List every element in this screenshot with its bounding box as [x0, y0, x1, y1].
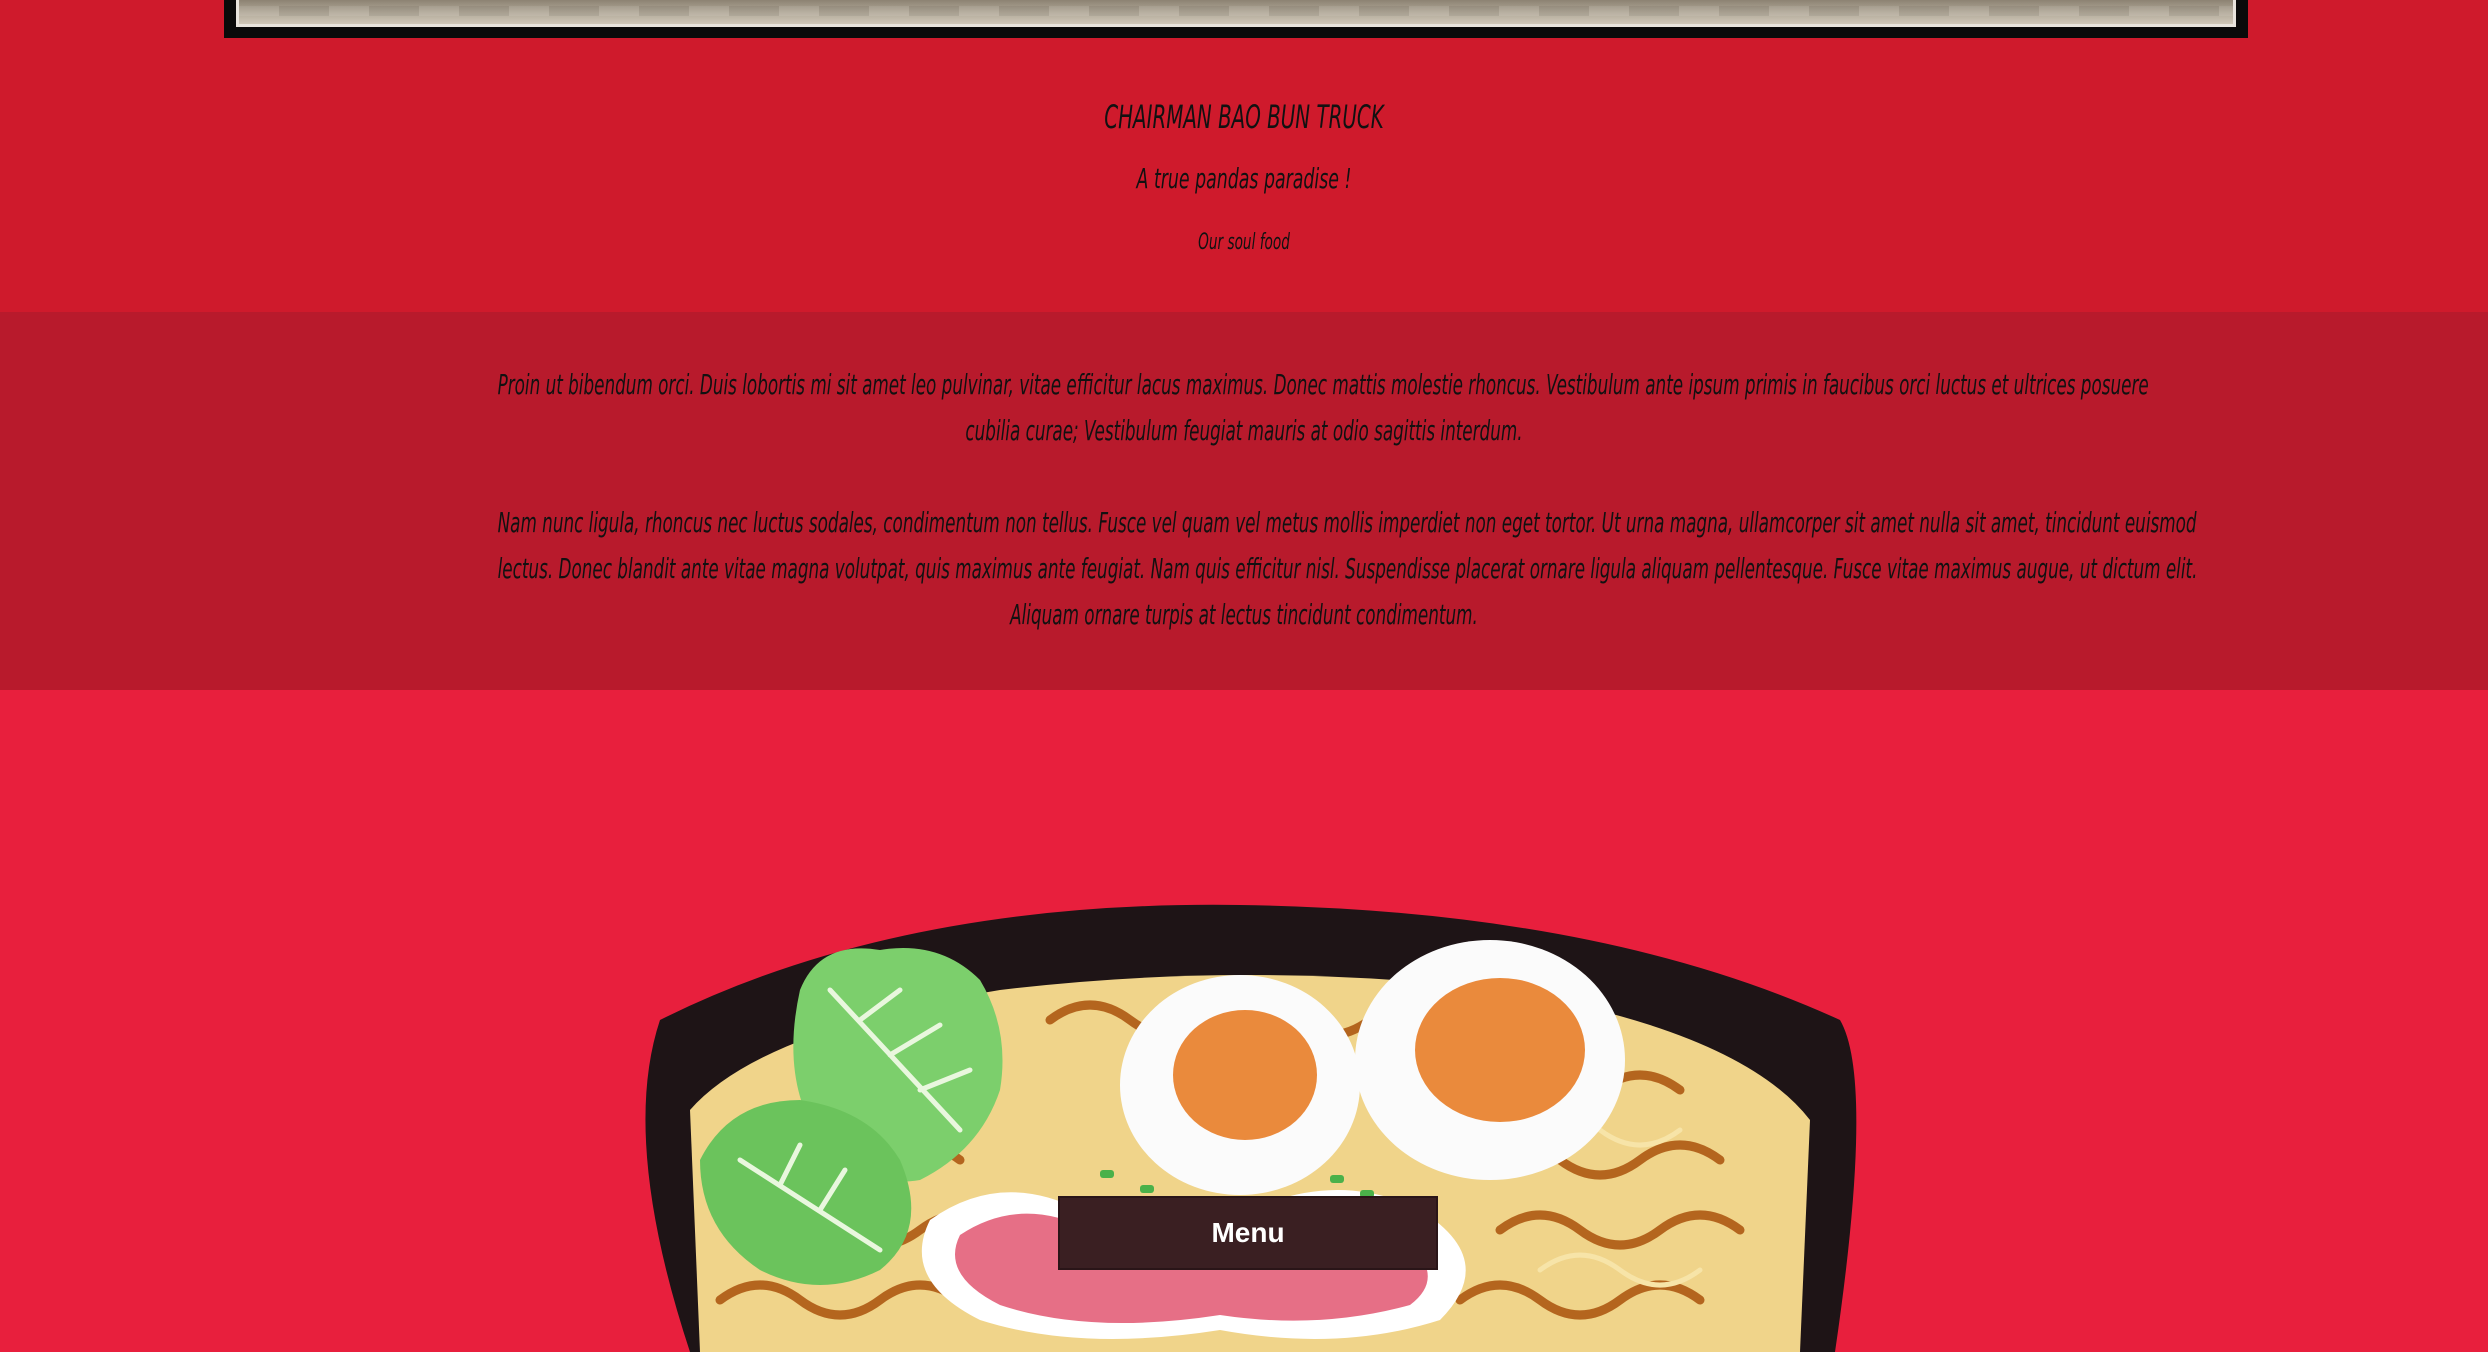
paragraph-line: cubilia curae; Vestibulum feugiat mauris… — [965, 414, 1523, 447]
paragraph-line: Nam nunc ligula, rhoncus nec luctus soda… — [497, 506, 2197, 539]
about-paragraph-1: Proin ut bibendum orci. Duis lobortis mi… — [0, 362, 2488, 454]
paragraph-line: lectus. Donec blandit ante vitae magna v… — [497, 552, 2198, 585]
subtagline: Our soul food — [1198, 230, 1290, 255]
paragraph-line: Proin ut bibendum orci. Duis lobortis mi… — [497, 368, 2149, 401]
hero-photo-frame — [224, 0, 2248, 38]
menu-button[interactable]: Menu — [1058, 1196, 1438, 1270]
page-title: CHAIRMAN BAO BUN TRUCK — [1104, 98, 1384, 136]
hero-photo — [236, 0, 2236, 27]
about-paragraph-2: Nam nunc ligula, rhoncus nec luctus soda… — [0, 500, 2488, 638]
tagline: A true pandas paradise ! — [1136, 162, 1352, 195]
paragraph-line: Aliquam ornare turpis at lectus tincidun… — [1010, 598, 1478, 631]
page: CHAIRMAN BAO BUN TRUCK A true pandas par… — [0, 0, 2488, 1352]
hero-section: CHAIRMAN BAO BUN TRUCK A true pandas par… — [0, 0, 2488, 312]
about-section: Proin ut bibendum orci. Duis lobortis mi… — [0, 312, 2488, 690]
